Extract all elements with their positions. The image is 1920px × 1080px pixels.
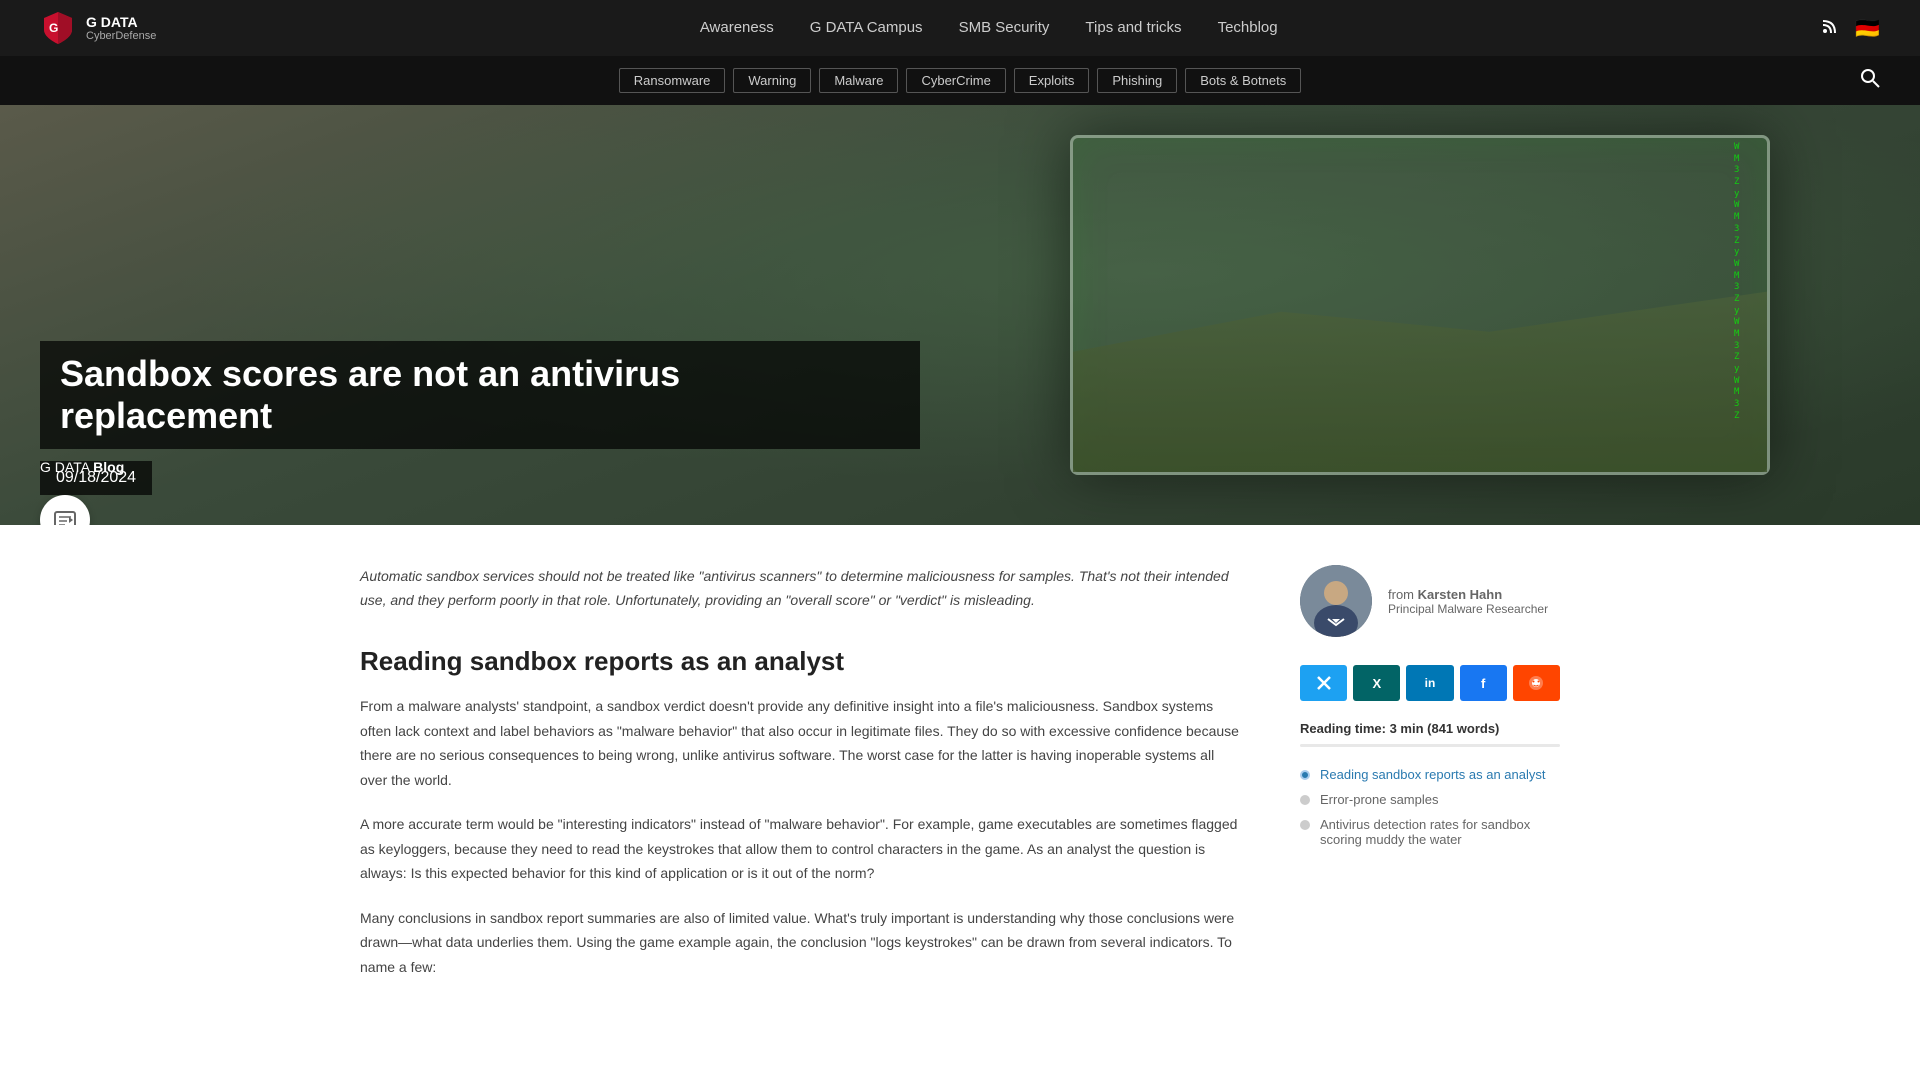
language-flag-icon[interactable]: 🇩🇪 bbox=[1855, 16, 1880, 41]
author-role: Principal Malware Researcher bbox=[1388, 602, 1548, 616]
hero-title: Sandbox scores are not an antivirus repl… bbox=[40, 341, 920, 449]
reddit-icon bbox=[1528, 675, 1544, 691]
article-paragraph-1: From a malware analysts' standpoint, a s… bbox=[360, 694, 1240, 792]
section-title-1: Reading sandbox reports as an analyst bbox=[360, 645, 1240, 679]
toc-dot-2 bbox=[1300, 795, 1310, 805]
logo-brand: G DATA bbox=[86, 14, 156, 31]
toc-label-3: Antivirus detection rates for sandbox sc… bbox=[1320, 817, 1560, 847]
nav-awareness[interactable]: Awareness bbox=[700, 19, 774, 36]
tag-malware[interactable]: Malware bbox=[819, 68, 898, 93]
toc-label-1: Reading sandbox reports as an analyst bbox=[1320, 767, 1545, 782]
logo-subbrand: CyberDefense bbox=[86, 30, 156, 42]
share-twitter-button[interactable] bbox=[1300, 665, 1347, 701]
content-wrapper: Automatic sandbox services should not be… bbox=[320, 525, 1600, 1059]
share-xing-button[interactable]: X bbox=[1353, 665, 1400, 701]
reading-progress-bar bbox=[1300, 744, 1560, 747]
reading-progress-fill bbox=[1300, 744, 1560, 747]
gdata-shield-icon: G bbox=[40, 10, 76, 46]
main-nav-list: Awareness G DATA Campus SMB Security Tip… bbox=[700, 19, 1278, 37]
tag-warning[interactable]: Warning bbox=[733, 68, 811, 93]
author-info: from Karsten Hahn Principal Malware Rese… bbox=[1388, 587, 1548, 616]
nav-techblog[interactable]: Techblog bbox=[1218, 19, 1278, 36]
tag-phishing[interactable]: Phishing bbox=[1097, 68, 1177, 93]
matrix-decoration: WM3ZyWM3ZyWM3ZyWM3ZyWM3Z bbox=[1732, 138, 1767, 472]
article-intro: Automatic sandbox services should not be… bbox=[360, 565, 1240, 613]
table-of-contents: Reading sandbox reports as an analyst Er… bbox=[1300, 767, 1560, 847]
share-facebook-button[interactable]: f bbox=[1460, 665, 1507, 701]
tag-ransomware[interactable]: Ransomware bbox=[619, 68, 726, 93]
tag-bots[interactable]: Bots & Botnets bbox=[1185, 68, 1301, 93]
author-name: Karsten Hahn bbox=[1418, 587, 1503, 602]
share-reddit-button[interactable] bbox=[1513, 665, 1560, 701]
linkedin-icon: in bbox=[1425, 676, 1436, 690]
top-navigation: G G DATA CyberDefense Awareness G DATA C… bbox=[0, 0, 1920, 56]
toc-item-1[interactable]: Reading sandbox reports as an analyst bbox=[1300, 767, 1560, 782]
sandbox-sand bbox=[1073, 272, 1767, 472]
toc-label-2: Error-prone samples bbox=[1320, 792, 1439, 807]
nav-tips[interactable]: Tips and tricks bbox=[1085, 19, 1181, 36]
article-sidebar: from Karsten Hahn Principal Malware Rese… bbox=[1300, 565, 1560, 999]
article-main: Automatic sandbox services should not be… bbox=[360, 565, 1240, 999]
toc-dot-3 bbox=[1300, 820, 1310, 830]
author-from: from Karsten Hahn bbox=[1388, 587, 1548, 602]
article-paragraph-2: A more accurate term would be "interesti… bbox=[360, 812, 1240, 886]
reading-time: Reading time: 3 min (841 words) bbox=[1300, 721, 1560, 736]
blog-label: G DATA Blog bbox=[40, 459, 124, 475]
author-card: from Karsten Hahn Principal Malware Rese… bbox=[1300, 565, 1560, 637]
share-linkedin-button[interactable]: in bbox=[1406, 665, 1453, 701]
nav-right-area: 🇩🇪 bbox=[1821, 16, 1880, 41]
sandbox-illustration: WM3ZyWM3ZyWM3ZyWM3ZyWM3Z bbox=[1070, 135, 1770, 475]
hero-section: WM3ZyWM3ZyWM3ZyWM3ZyWM3Z Sandbox scores … bbox=[0, 105, 1920, 525]
article-body: From a malware analysts' standpoint, a s… bbox=[360, 694, 1240, 979]
author-avatar bbox=[1300, 565, 1372, 637]
svg-text:G: G bbox=[49, 21, 58, 35]
tag-cybercrime[interactable]: CyberCrime bbox=[906, 68, 1005, 93]
logo[interactable]: G G DATA CyberDefense bbox=[40, 10, 156, 46]
nav-smb[interactable]: SMB Security bbox=[959, 19, 1050, 36]
search-icon[interactable] bbox=[1860, 68, 1880, 93]
avatar-image bbox=[1300, 565, 1372, 637]
rss-icon[interactable] bbox=[1821, 17, 1839, 40]
toc-item-3[interactable]: Antivirus detection rates for sandbox sc… bbox=[1300, 817, 1560, 847]
nav-campus[interactable]: G DATA Campus bbox=[810, 19, 923, 36]
toc-dot-1 bbox=[1300, 770, 1310, 780]
hero-content: Sandbox scores are not an antivirus repl… bbox=[0, 341, 960, 525]
article-paragraph-3: Many conclusions in sandbox report summa… bbox=[360, 906, 1240, 980]
xing-icon: X bbox=[1372, 676, 1381, 691]
facebook-icon: f bbox=[1481, 676, 1485, 691]
toc-item-2[interactable]: Error-prone samples bbox=[1300, 792, 1560, 807]
share-bar: X in f bbox=[1300, 665, 1560, 701]
tag-bar: Ransomware Warning Malware CyberCrime Ex… bbox=[0, 56, 1920, 105]
twitter-icon bbox=[1316, 675, 1332, 691]
tag-exploits[interactable]: Exploits bbox=[1014, 68, 1090, 93]
